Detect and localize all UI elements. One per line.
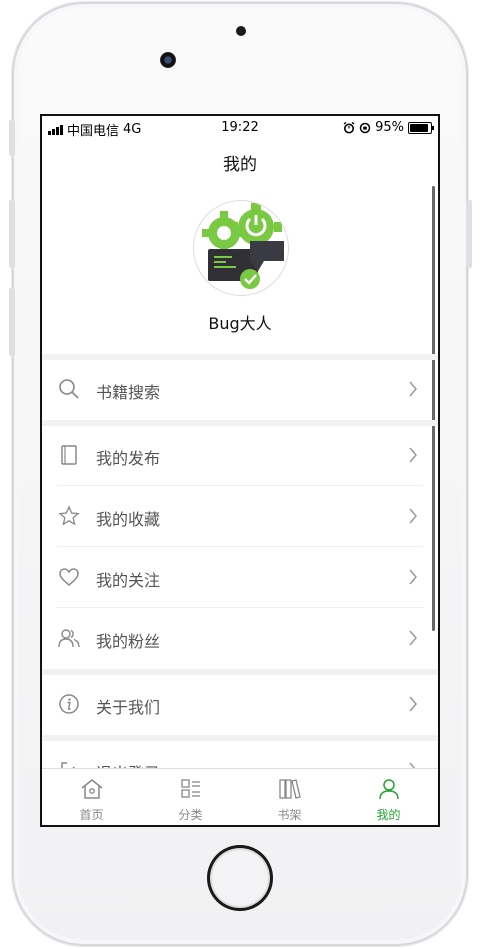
divider — [57, 546, 423, 547]
speaker-dot — [236, 26, 246, 36]
menu-label: 我的发布 — [96, 449, 161, 468]
menu-item-search[interactable]: 书籍搜索 — [42, 360, 438, 420]
screen: 中国电信 4G 19:22 95% 我的 Bug大人 书籍搜索 我的发布 我的收… — [40, 114, 440, 827]
rotation-lock-icon — [359, 122, 371, 133]
star-icon — [58, 505, 80, 526]
search-icon — [59, 379, 79, 399]
volume-down-button — [9, 288, 15, 356]
bookshelf-icon — [279, 779, 301, 799]
volume-up-button — [9, 200, 15, 268]
home-button[interactable] — [207, 845, 273, 911]
chevron-right-icon — [409, 696, 417, 712]
page-title: 我的 — [223, 155, 257, 175]
menu-label: 我的粉丝 — [96, 632, 161, 651]
menu-item-favorites[interactable]: 我的收藏 — [42, 487, 438, 547]
battery-percent: 95% — [375, 120, 404, 135]
tab-mine[interactable]: 我的 — [339, 769, 438, 825]
menu-label: 我的关注 — [96, 571, 161, 590]
alarm-icon — [343, 121, 355, 133]
menu-label-search: 书籍搜索 — [96, 383, 161, 402]
chevron-right-icon — [409, 569, 417, 585]
heart-icon — [59, 568, 79, 586]
tab-label: 我的 — [376, 808, 401, 822]
silent-switch — [9, 120, 15, 156]
battery-icon — [408, 121, 434, 134]
home-icon — [81, 779, 103, 799]
menu-item-followers[interactable]: 我的粉丝 — [42, 609, 438, 669]
tab-label: 分类 — [178, 808, 203, 822]
menu-item-my-posts[interactable]: 我的发布 — [42, 426, 438, 486]
category-icon — [181, 779, 200, 798]
menu-label-about: 关于我们 — [96, 698, 161, 717]
tab-bookshelf[interactable]: 书架 — [240, 769, 339, 825]
menu-item-following[interactable]: 我的关注 — [42, 548, 438, 608]
username: Bug大人 — [208, 314, 272, 333]
users-icon — [58, 629, 80, 648]
front-camera — [160, 52, 176, 68]
info-icon — [59, 694, 79, 714]
divider — [57, 607, 423, 608]
tab-category[interactable]: 分类 — [141, 769, 240, 825]
status-bar: 中国电信 4G 19:22 95% — [42, 116, 438, 140]
tab-label: 首页 — [79, 808, 104, 822]
tab-home[interactable]: 首页 — [42, 769, 141, 825]
tab-label: 书架 — [277, 808, 302, 822]
power-button — [466, 200, 472, 268]
user-icon — [379, 779, 399, 800]
menu-item-about[interactable]: 关于我们 — [42, 675, 438, 735]
menu-label: 我的收藏 — [96, 510, 161, 529]
chevron-right-icon — [409, 447, 417, 463]
divider — [57, 485, 423, 486]
tab-bar: 首页 分类 书架 我的 — [42, 768, 438, 825]
chevron-right-icon — [409, 508, 417, 524]
book-icon — [61, 445, 77, 465]
gear-laptop-avatar-icon — [202, 203, 284, 289]
avatar[interactable] — [193, 200, 289, 296]
chevron-right-icon — [409, 630, 417, 646]
chevron-right-icon — [409, 381, 417, 397]
